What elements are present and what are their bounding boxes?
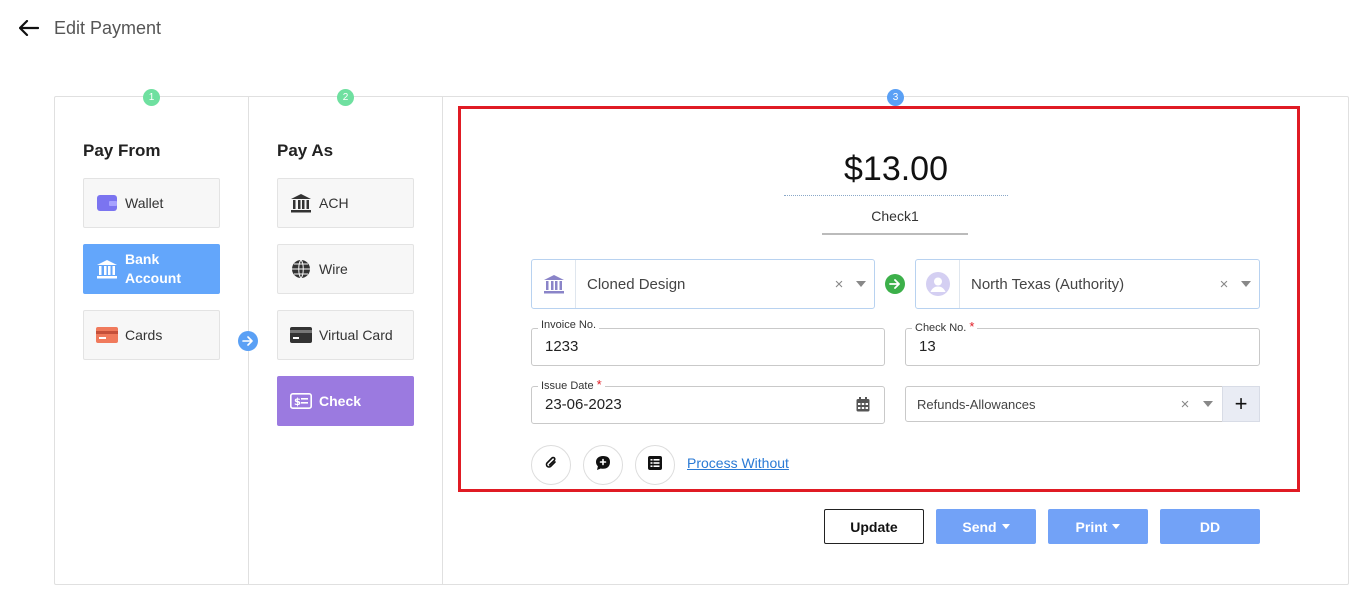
- paperclip-icon: [544, 455, 558, 476]
- chevron-down-icon[interactable]: [1233, 281, 1259, 287]
- avatar-icon: [916, 260, 960, 308]
- step-2-badge: 2: [337, 89, 354, 106]
- pay-as-wire[interactable]: Wire: [277, 244, 414, 294]
- pay-as-check[interactable]: $ Check: [277, 376, 414, 426]
- pay-from-wallet[interactable]: Wallet: [83, 178, 220, 228]
- from-party-name: Cloned Design: [587, 275, 686, 293]
- bank-icon: [532, 260, 576, 308]
- category-value: Refunds-Allowances: [917, 396, 1036, 412]
- clear-icon[interactable]: ×: [1176, 396, 1194, 413]
- to-party-name: North Texas (Authority): [971, 275, 1125, 293]
- card-icon: [96, 325, 118, 345]
- globe-icon: [290, 259, 312, 279]
- check-no-label: Check No. *: [912, 319, 978, 334]
- issue-date-label: Issue Date *: [538, 377, 605, 392]
- bank-icon: [96, 259, 118, 279]
- step-1-badge: 1: [143, 89, 160, 106]
- to-party-select[interactable]: North Texas (Authority) ×: [915, 259, 1260, 309]
- update-label: Update: [850, 518, 898, 535]
- dd-label: DD: [1199, 518, 1221, 535]
- required-mark: *: [596, 377, 602, 392]
- step-3-badge: 3: [887, 89, 904, 106]
- pay-from-title: Pay From: [83, 141, 161, 160]
- page-header: Edit Payment: [18, 14, 161, 42]
- process-without-link[interactable]: Process Without: [687, 455, 789, 471]
- issue-date-field[interactable]: Issue Date * 23-06-2023: [531, 377, 885, 424]
- wallet-icon: [96, 193, 118, 213]
- issue-date-value: 23-06-2023: [545, 396, 622, 413]
- virtual-card-label: Virtual Card: [319, 326, 393, 343]
- add-comment-button[interactable]: [583, 445, 623, 485]
- invoice-no-field[interactable]: Invoice No. 1233: [531, 319, 885, 366]
- check-icon: $: [290, 391, 312, 411]
- pay-from-bank-account[interactable]: Bank Account: [83, 244, 220, 294]
- line-items-button[interactable]: [635, 445, 675, 485]
- pay-from-cards[interactable]: Cards: [83, 310, 220, 360]
- payment-amount[interactable]: $13.00: [784, 150, 1008, 196]
- pay-as-virtual-card[interactable]: Virtual Card: [277, 310, 414, 360]
- column-divider: [442, 97, 443, 584]
- flow-arrow-icon: [238, 331, 258, 351]
- bank-icon: [290, 193, 312, 213]
- dd-button[interactable]: DD: [1160, 509, 1260, 544]
- send-label: Send: [962, 518, 997, 535]
- transfer-arrow-icon: [885, 274, 905, 294]
- print-button[interactable]: Print: [1048, 509, 1148, 544]
- clear-icon[interactable]: ×: [830, 276, 848, 293]
- virtual-card-icon: [290, 325, 312, 345]
- dropdown-caret-icon: [1112, 524, 1121, 529]
- update-button[interactable]: Update: [824, 509, 924, 544]
- svg-text:$: $: [294, 397, 301, 408]
- invoice-no-label: Invoice No.: [538, 319, 600, 331]
- chevron-down-icon[interactable]: [848, 281, 874, 287]
- check-name[interactable]: Check1: [822, 208, 968, 235]
- wire-label: Wire: [319, 260, 348, 277]
- page-title: Edit Payment: [54, 17, 162, 38]
- category-select[interactable]: Refunds-Allowances ×: [905, 386, 1223, 422]
- pay-as-title: Pay As: [277, 141, 334, 160]
- list-icon: [648, 455, 662, 475]
- pay-as-ach[interactable]: ACH: [277, 178, 414, 228]
- cards-label: Cards: [125, 326, 163, 343]
- dropdown-caret-icon: [1001, 524, 1010, 529]
- ach-label: ACH: [319, 194, 349, 211]
- bank-account-label: Bank Account: [125, 251, 181, 286]
- wallet-label: Wallet: [125, 194, 164, 211]
- from-party-select[interactable]: Cloned Design ×: [531, 259, 875, 309]
- back-arrow-icon[interactable]: [18, 17, 40, 39]
- print-label: Print: [1075, 518, 1108, 535]
- comment-plus-icon: [595, 455, 611, 476]
- invoice-no-value: 1233: [545, 338, 579, 355]
- add-category-button[interactable]: +: [1222, 386, 1260, 422]
- required-mark: *: [969, 319, 975, 334]
- check-no-value: 13: [919, 338, 936, 355]
- calendar-icon[interactable]: [856, 397, 870, 417]
- chevron-down-icon[interactable]: [1194, 401, 1222, 407]
- check-no-field[interactable]: Check No. * 13: [905, 319, 1260, 366]
- clear-icon[interactable]: ×: [1215, 276, 1233, 293]
- send-button[interactable]: Send: [936, 509, 1036, 544]
- check-label: Check: [319, 392, 362, 409]
- attachment-button[interactable]: [531, 445, 571, 485]
